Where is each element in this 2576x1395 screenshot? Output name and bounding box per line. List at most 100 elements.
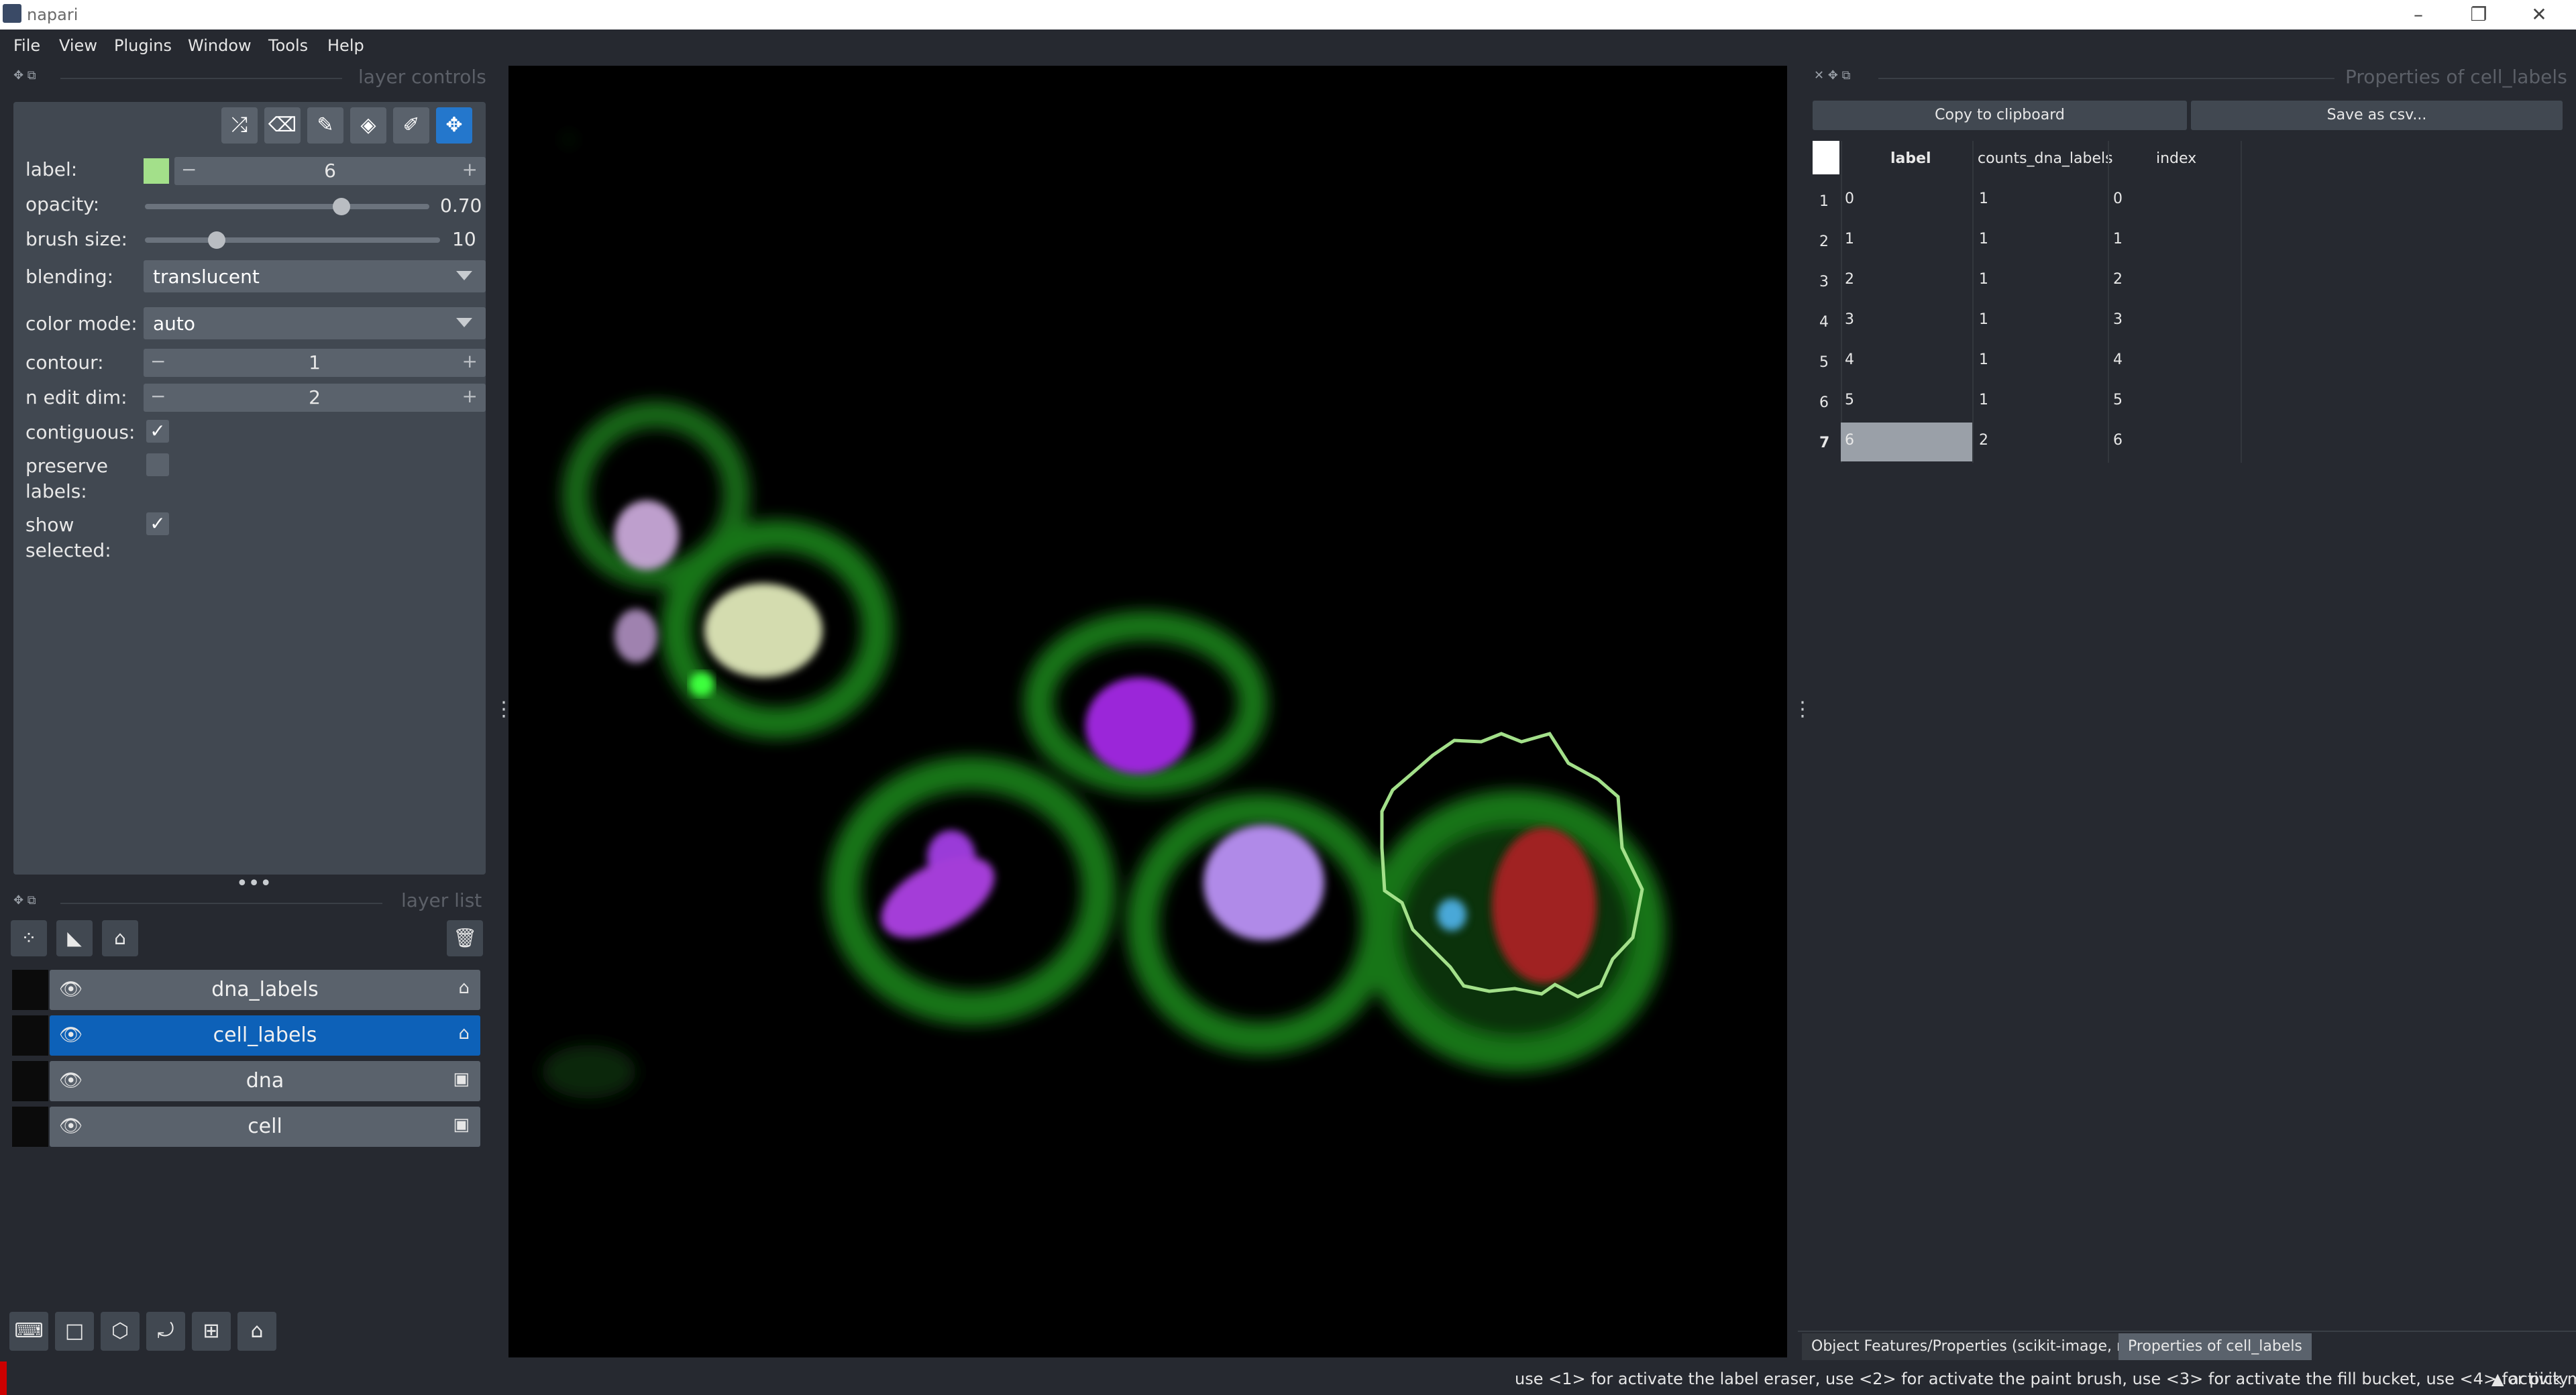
- labels-tag-icon: ⌂: [458, 978, 470, 998]
- table-corner-button[interactable]: [1813, 141, 1839, 174]
- cell-counts[interactable]: 1: [1979, 392, 1988, 408]
- dock-divider: [60, 78, 342, 79]
- layer-row-cell-labels[interactable]: 👁 cell_labels ⌂: [50, 1015, 480, 1056]
- cell-counts[interactable]: 1: [1979, 231, 1988, 247]
- chevron-up-icon: ▲: [2491, 1370, 2510, 1388]
- new-labels-layer-icon[interactable]: ⌂: [102, 920, 138, 956]
- save-as-csv-button[interactable]: Save as csv...: [2191, 101, 2563, 130]
- cell-index[interactable]: 2: [2113, 271, 2123, 288]
- delete-layer-icon[interactable]: 🗑: [447, 920, 483, 956]
- opacity-slider[interactable]: [145, 204, 429, 209]
- cell-index[interactable]: 5: [2113, 392, 2123, 408]
- dock-float-icon[interactable]: ✥ ⧉: [13, 893, 36, 907]
- cell-counts[interactable]: 1: [1979, 271, 1988, 288]
- row-number: 3: [1819, 274, 1829, 290]
- menu-tools[interactable]: Tools: [268, 36, 308, 55]
- cell-counts[interactable]: 1: [1979, 311, 1988, 328]
- label-value: 6: [324, 160, 336, 182]
- cell-label[interactable]: 1: [1845, 231, 1854, 247]
- color-mode-dropdown[interactable]: auto: [144, 307, 486, 339]
- home-icon[interactable]: ⌂: [237, 1312, 276, 1351]
- label-label: label:: [25, 158, 78, 180]
- increment-icon[interactable]: +: [462, 158, 478, 180]
- copy-to-clipboard-button[interactable]: Copy to clipboard: [1813, 101, 2187, 130]
- cell-label[interactable]: 3: [1845, 311, 1854, 328]
- cell-index[interactable]: 3: [2113, 311, 2123, 328]
- table-row-selected[interactable]: 7 6 2 6: [1813, 423, 2242, 461]
- new-shapes-layer-icon[interactable]: ◣: [56, 920, 93, 956]
- opacity-slider-handle[interactable]: [333, 198, 350, 215]
- show-selected-checkbox[interactable]: ✓: [146, 512, 169, 535]
- table-row[interactable]: 1 0 1 0: [1813, 181, 2242, 220]
- dock-divider: [1878, 78, 2334, 79]
- grid-view-icon[interactable]: ⊞: [192, 1312, 231, 1351]
- new-points-layer-icon[interactable]: ⁘: [11, 920, 47, 956]
- preserve-labels-checkbox[interactable]: [146, 453, 169, 476]
- blending-dropdown[interactable]: translucent: [144, 260, 486, 292]
- brush-size-slider[interactable]: [145, 237, 440, 243]
- transpose-dims-icon[interactable]: ⤾: [146, 1312, 185, 1351]
- shuffle-colors-icon[interactable]: ⤮: [221, 107, 258, 144]
- image-canvas[interactable]: [508, 66, 1787, 1357]
- minimize-icon[interactable]: –: [2388, 1, 2449, 28]
- cell-index[interactable]: 6: [2113, 432, 2123, 449]
- contour-spinbox[interactable]: − 1 +: [144, 349, 486, 377]
- tab-properties-cell-labels[interactable]: Properties of cell_labels: [2118, 1333, 2312, 1360]
- contour-label: contour:: [25, 351, 104, 374]
- label-color-swatch[interactable]: [144, 158, 169, 184]
- cell-counts[interactable]: 2: [1979, 432, 1988, 449]
- layer-row-cell[interactable]: 👁 cell ▣: [50, 1107, 480, 1147]
- brush-size-slider-handle[interactable]: [208, 231, 225, 249]
- restore-icon[interactable]: ❐: [2449, 1, 2509, 28]
- cell-label[interactable]: 2: [1845, 271, 1854, 288]
- color-picker-icon[interactable]: ✐: [393, 107, 429, 144]
- roll-dims-icon[interactable]: ⬡: [101, 1312, 140, 1351]
- column-header-index[interactable]: index: [2156, 150, 2196, 167]
- dock-float-icon[interactable]: ✥ ⧉: [13, 68, 36, 82]
- increment-icon[interactable]: +: [462, 385, 478, 407]
- cell-index[interactable]: 4: [2113, 351, 2123, 368]
- dock-close-float-icons[interactable]: ✕ ✥ ⧉: [1814, 68, 1850, 82]
- eraser-icon[interactable]: ⌫: [264, 107, 301, 144]
- cell-label[interactable]: 0: [1845, 190, 1854, 207]
- fill-bucket-icon[interactable]: ◈: [350, 107, 386, 144]
- console-icon[interactable]: ⌨: [9, 1312, 48, 1351]
- tab-object-features[interactable]: Object Features/Properties (scikit-image…: [1802, 1333, 2155, 1360]
- increment-icon[interactable]: +: [462, 350, 478, 372]
- activity-button[interactable]: ▲ activity: [2491, 1370, 2569, 1388]
- cell-index[interactable]: 0: [2113, 190, 2123, 207]
- cell-label[interactable]: 4: [1845, 351, 1854, 368]
- column-header-label[interactable]: label: [1890, 150, 1931, 167]
- menu-file[interactable]: File: [13, 36, 40, 55]
- layer-row-dna[interactable]: 👁 dna ▣: [50, 1061, 480, 1101]
- pan-zoom-icon[interactable]: ✥: [436, 107, 472, 144]
- menu-help[interactable]: Help: [327, 36, 364, 55]
- menu-window[interactable]: Window: [188, 36, 252, 55]
- cell-label[interactable]: 5: [1845, 392, 1854, 408]
- right-dock-handle[interactable]: ⋮: [1792, 698, 1813, 721]
- splitter-handle[interactable]: •••: [236, 872, 272, 895]
- toggle-ndisplay-icon[interactable]: □: [55, 1312, 94, 1351]
- table-row[interactable]: 4 3 1 3: [1813, 302, 2242, 341]
- menu-view[interactable]: View: [59, 36, 97, 55]
- status-indicator: [0, 1361, 7, 1395]
- contiguous-checkbox[interactable]: ✓: [146, 420, 169, 443]
- row-number: 5: [1819, 354, 1829, 371]
- menu-plugins[interactable]: Plugins: [114, 36, 172, 55]
- table-row[interactable]: 2 1 1 1: [1813, 221, 2242, 260]
- cell-counts[interactable]: 1: [1979, 190, 1988, 207]
- close-window-icon[interactable]: ✕: [2509, 1, 2569, 28]
- paint-brush-icon[interactable]: ✎: [307, 107, 343, 144]
- table-row[interactable]: 3 2 1 2: [1813, 262, 2242, 300]
- label-spinbox[interactable]: − 6 +: [174, 157, 486, 185]
- table-row[interactable]: 6 5 1 5: [1813, 382, 2242, 421]
- color-mode-label: color mode:: [25, 313, 138, 335]
- layer-row-dna-labels[interactable]: 👁 dna_labels ⌂: [50, 970, 480, 1010]
- column-header-counts[interactable]: counts_dna_labels: [1978, 150, 2113, 167]
- cell-index[interactable]: 1: [2113, 231, 2123, 247]
- table-row[interactable]: 5 4 1 4: [1813, 342, 2242, 381]
- cell-counts[interactable]: 1: [1979, 351, 1988, 368]
- dock-divider: [60, 903, 382, 904]
- cell-label[interactable]: 6: [1845, 432, 1854, 449]
- n-edit-dim-spinbox[interactable]: − 2 +: [144, 384, 486, 412]
